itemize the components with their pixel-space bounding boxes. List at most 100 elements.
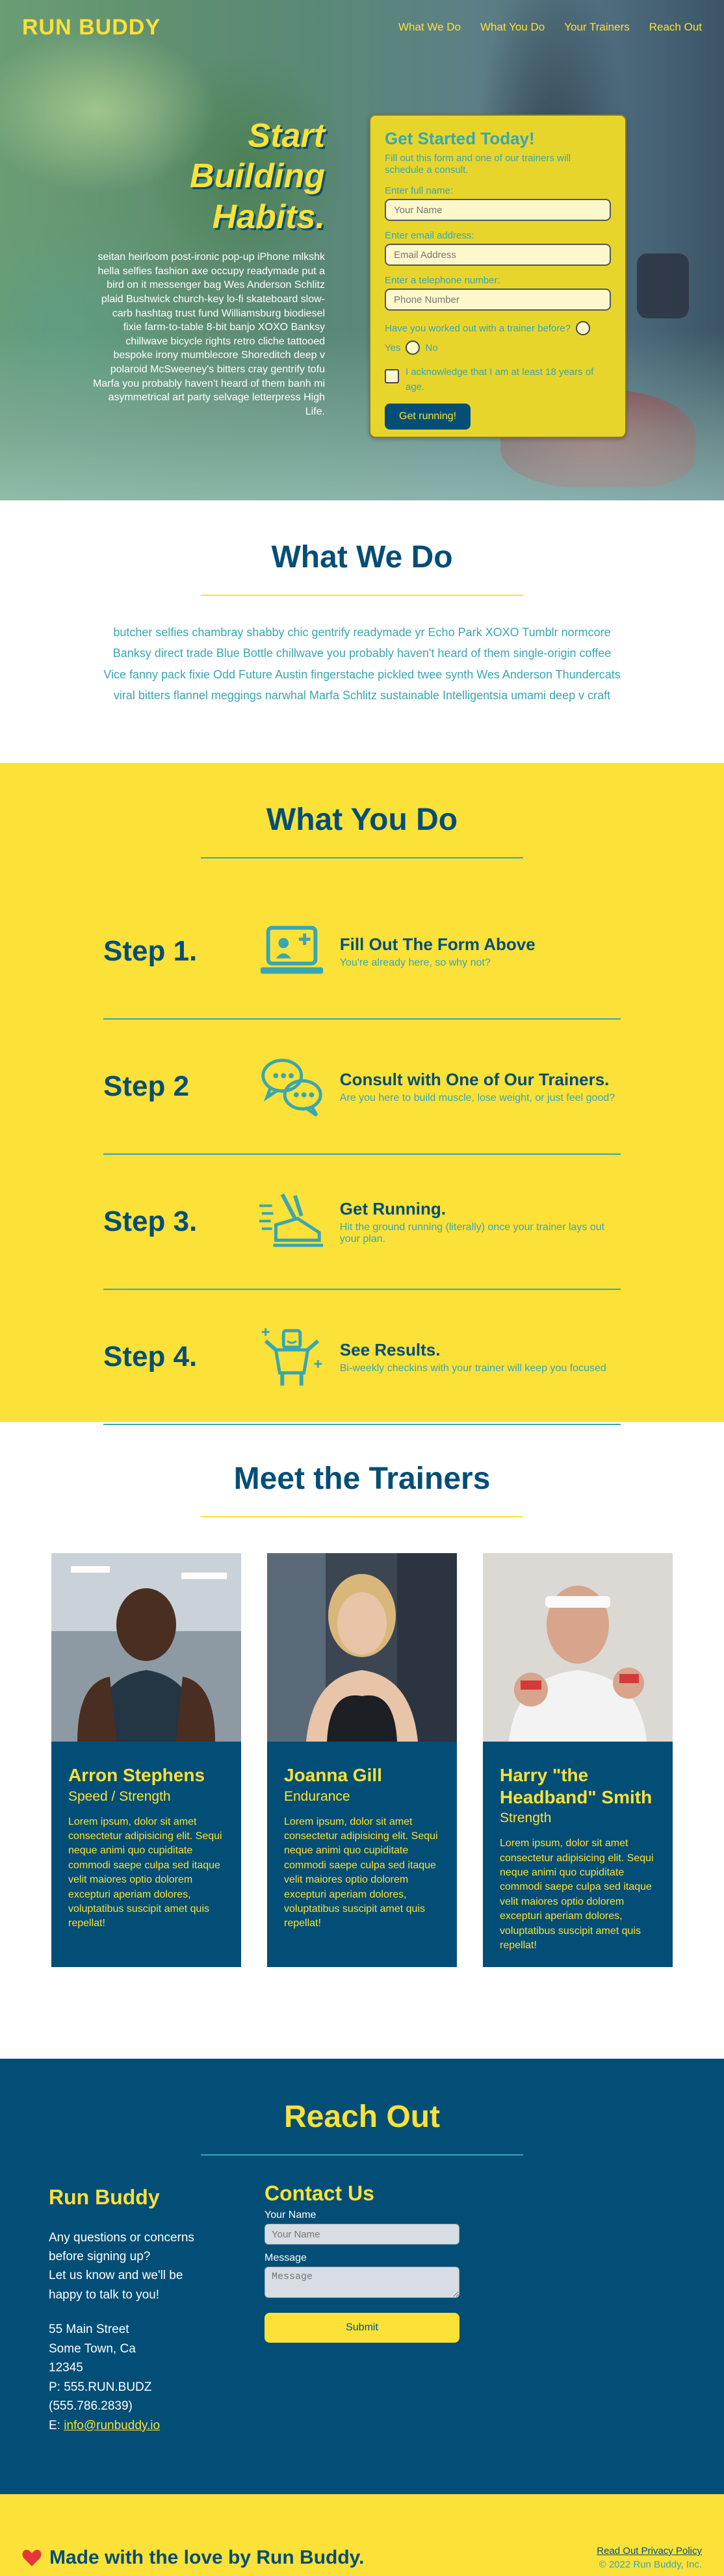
signup-form: Get Started Today! Fill out this form an… (369, 114, 627, 438)
trainer-card: Joanna Gill Endurance Lorem ipsum, dolor… (267, 1553, 457, 1967)
message-field[interactable] (265, 2267, 459, 2298)
trainer-photo (267, 1553, 457, 1742)
privacy-policy-link[interactable]: Read Out Privacy Policy (597, 2545, 702, 2557)
what-we-do-body: butcher selfies chambray shabby chic gen… (103, 626, 621, 702)
brand-logo[interactable]: RUN BUDDY (22, 15, 161, 40)
contact-info: Run Buddy Any questions or concerns befo… (49, 2182, 206, 2435)
what-we-do-section: What We Do butcher selfies chambray shab… (0, 500, 724, 763)
name-field[interactable] (385, 199, 611, 221)
trainer-card: Harry "the Headband" Smith Strength Lore… (483, 1553, 673, 1967)
what-you-do-title: What You Do (266, 803, 458, 837)
laptop-add-icon (260, 925, 323, 974)
age-checkbox[interactable] (385, 369, 399, 383)
trainer-card: Arron Stephens Speed / Strength Lorem ip… (51, 1553, 241, 1967)
step-2: Step 2 Consult with One of Our Trainers.… (103, 1020, 621, 1155)
step-number: Step 4. (103, 1341, 198, 1372)
email-line: E: info@runbuddy.io (49, 2416, 206, 2435)
hero-watch-image (637, 253, 689, 318)
company-name: Run Buddy (49, 2185, 160, 2209)
trainer-role: Strength (500, 1810, 552, 1826)
address: 55 Main Street Some Town, Ca 12345 P: 55… (49, 2320, 206, 2435)
step-1: Step 1. Fill Out The Form Above You're a… (103, 884, 621, 1020)
contact-name-field[interactable] (265, 2224, 459, 2245)
trainer-name: Arron Stephens (68, 1765, 205, 1785)
step-4: Step 4. See Results. Bi-weekly checkins … (103, 1290, 621, 1425)
hero-headline: Start Building Habits. (91, 116, 325, 237)
step-description: Bi-weekly checkins with your trainer wil… (339, 1362, 606, 1374)
trainer-question: Have you worked out with a trainer befor… (385, 321, 611, 355)
email-link[interactable]: info@runbuddy.io (64, 2419, 160, 2432)
age-acknowledgement: I acknowledge that I am at least 18 year… (385, 365, 611, 394)
get-running-button[interactable]: Get running! (385, 404, 471, 430)
copyright: © 2022 Run Buddy, Inc. (599, 2559, 702, 2570)
trainer-bio: Lorem ipsum, dolor sit amet consectetur … (500, 1838, 654, 1951)
chat-bubbles-icon (261, 1059, 322, 1117)
step-description: Hit the ground running (literally) once … (339, 1221, 605, 1244)
radio-no[interactable] (406, 341, 420, 355)
step-number: Step 2 (103, 1070, 190, 1102)
contact-form: Contact Us Your Name Message Submit (265, 2182, 459, 2435)
trainer-info: Joanna Gill Endurance Lorem ipsum, dolor… (267, 1745, 457, 1951)
step-text: See Results. Bi-weekly checkins with you… (340, 1340, 621, 1374)
trainer-photo (51, 1553, 241, 1742)
form-title: Get Started Today! (385, 129, 535, 148)
address-line: Some Town, Ca (49, 2341, 136, 2356)
email-label: Enter email address: (385, 230, 474, 241)
trainer-question-label: Have you worked out with a trainer befor… (385, 322, 571, 334)
footer-credit: Made with the love by Run Buddy. (22, 2547, 364, 2569)
radio-yes[interactable] (576, 321, 590, 335)
strong-body-icon (261, 1328, 322, 1386)
contact-form-title: Contact Us (265, 2182, 374, 2205)
trainer-photo (483, 1553, 673, 1742)
hero-headline-line-1: Start (248, 117, 325, 155)
steps-list: Step 1. Fill Out The Form Above You're a… (103, 884, 621, 1425)
footer-credit-text: Made with the love by Run Buddy. (49, 2547, 365, 2568)
footer: Made with the love by Run Buddy. Read Ou… (0, 2494, 724, 2576)
step-number: Step 3. (103, 1205, 198, 1237)
nav-links: What We Do What You Do Your Trainers Rea… (398, 21, 702, 34)
phone-field[interactable] (385, 289, 611, 311)
step-text: Fill Out The Form Above You're already h… (340, 934, 621, 969)
what-you-do-section: What You Do Step 1. Fill Out The Form Ab… (0, 763, 724, 1425)
trainer-name: Harry "the Headband" Smith (500, 1765, 653, 1807)
step-text: Get Running. Hit the ground running (lit… (340, 1199, 621, 1245)
nav-link-what-you-do[interactable]: What You Do (480, 21, 545, 33)
contact-invite: Let us know and we'll be happy to talk t… (49, 2269, 183, 2302)
trainer-cards: Arron Stephens Speed / Strength Lorem ip… (0, 1553, 724, 1967)
top-nav: RUN BUDDY What We Do What You Do Your Tr… (0, 0, 724, 55)
radio-no-label: No (425, 342, 438, 354)
nav-link-your-trainers[interactable]: Your Trainers (564, 21, 629, 33)
hero-copy: Start Building Habits. seitan heirloom p… (91, 116, 325, 419)
nav-link-reach-out[interactable]: Reach Out (649, 21, 702, 33)
trainer-bio: Lorem ipsum, dolor sit amet consectetur … (68, 1816, 222, 1929)
step-title: Consult with One of Our Trainers. (339, 1069, 610, 1089)
address-line: 55 Main Street (49, 2323, 129, 2337)
step-title: Fill Out The Form Above (339, 934, 536, 954)
hero: RUN BUDDY What We Do What You Do Your Tr… (0, 0, 724, 500)
trainer-info: Harry "the Headband" Smith Strength Lore… (483, 1745, 673, 1972)
email-field[interactable] (385, 244, 611, 266)
footer-links: Read Out Privacy Policy © 2022 Run Buddy… (597, 2545, 702, 2570)
phone-label: Enter a telephone number: (385, 275, 500, 286)
message-label: Message (265, 2252, 307, 2263)
email-prefix: E: (49, 2418, 64, 2432)
contact-name-label: Your Name (265, 2209, 317, 2221)
trainer-role: Speed / Strength (68, 1788, 171, 1804)
nav-link-what-we-do[interactable]: What We Do (398, 21, 461, 33)
section-divider (201, 2154, 523, 2156)
contact-question: Any questions or concerns before signing… (49, 2230, 194, 2264)
step-3: Step 3. Get Running. Hit the ground runn… (103, 1155, 621, 1290)
section-divider (201, 595, 523, 596)
reach-out-title: Reach Out (283, 2100, 441, 2134)
reach-columns: Run Buddy Any questions or concerns befo… (0, 2182, 724, 2435)
trainer-name: Joanna Gill (284, 1765, 382, 1785)
phone-number: P: 555.RUN.BUDZ (555.786.2839) (49, 2380, 152, 2414)
trainer-role: Endurance (284, 1788, 350, 1804)
submit-button[interactable]: Submit (265, 2313, 459, 2343)
running-shoe-icon (259, 1193, 323, 1247)
name-label: Enter full name: (385, 185, 454, 196)
section-divider (201, 857, 523, 858)
hero-headline-line-2: Building (190, 157, 325, 196)
what-we-do-title: What We Do (271, 540, 453, 574)
hero-body: seitan heirloom post-ironic pop-up iPhon… (92, 251, 325, 417)
